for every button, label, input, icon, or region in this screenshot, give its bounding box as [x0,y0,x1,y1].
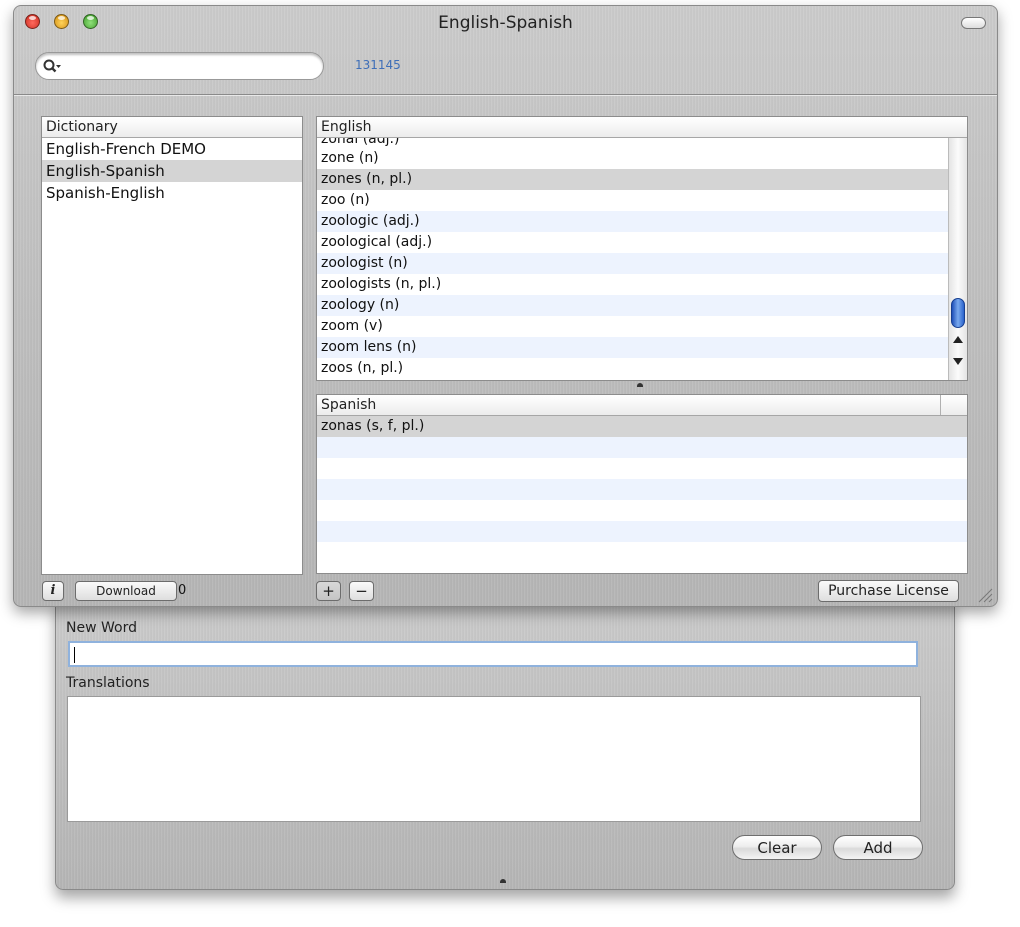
dictionary-column-header[interactable]: Dictionary [42,117,302,138]
resize-grip-icon[interactable] [975,585,993,603]
english-rows: zonal (adj.) zone (n) zones (n, pl.) zoo… [317,138,948,380]
scroll-up-arrow-icon[interactable] [953,336,963,343]
empty-row [317,479,967,500]
toolbar-toggle-button[interactable] [961,17,986,29]
empty-row [317,437,967,458]
entry-count: 131145 [355,58,401,72]
list-item[interactable]: zoom lens (n) [317,337,948,358]
empty-row [317,542,967,563]
list-item[interactable]: zoo (n) [317,190,948,211]
empty-row [317,521,967,542]
english-scrollbar[interactable] [948,138,967,380]
translations-field[interactable] [67,696,921,822]
new-word-label: New Word [66,620,137,636]
list-item[interactable]: zonal (adj.) [317,138,948,148]
split-view-handle[interactable] [637,383,643,387]
search-icon[interactable] [42,58,62,74]
english-column-header[interactable]: English [317,117,967,138]
main-window: English-Spanish 131145 Dictionary Englis… [13,5,998,607]
list-item[interactable]: zoos (n, pl.) [317,358,948,379]
add-word-button[interactable]: + [316,581,341,601]
list-item[interactable]: zone (n) [317,148,948,169]
new-word-field[interactable] [68,641,918,667]
list-item[interactable]: zoologists (n, pl.) [317,274,948,295]
dictionary-item-spanish-english[interactable]: Spanish-English [42,182,302,204]
spanish-column-header[interactable]: Spanish [317,395,967,416]
download-button[interactable]: Download [75,581,177,601]
column-divider [940,395,941,415]
info-button[interactable]: i [42,581,64,601]
toolbar-separator [14,94,997,95]
english-word-list: English zonal (adj.) zone (n) zones (n, … [316,116,968,381]
list-item[interactable]: zoologist (n) [317,253,948,274]
download-progress-indicator: 0 [178,583,187,598]
window-title: English-Spanish [438,13,573,33]
add-word-drawer: New Word Translations Clear Add [55,598,955,890]
text-caret [74,647,75,663]
list-item[interactable]: zoom (v) [317,316,948,337]
list-item[interactable]: zones (n, pl.) [317,169,948,190]
clear-button[interactable]: Clear [732,835,822,860]
list-item[interactable]: zoological (adj.) [317,232,948,253]
translations-label: Translations [66,675,150,691]
scrollbar-thumb[interactable] [951,298,965,328]
dictionary-item-english-french[interactable]: English-French DEMO [42,138,302,160]
empty-row [317,500,967,521]
scroll-down-arrow-icon[interactable] [953,358,963,365]
search-field[interactable] [35,52,324,80]
remove-word-button[interactable]: − [349,581,374,601]
list-item[interactable]: zoologic (adj.) [317,211,948,232]
add-button[interactable]: Add [833,835,923,860]
list-item[interactable]: zoology (n) [317,295,948,316]
dictionary-list: Dictionary English-French DEMO English-S… [41,116,303,575]
spanish-column-title: Spanish [321,397,377,413]
drawer-resize-handle[interactable] [500,879,506,883]
purchase-license-button[interactable]: Purchase License [818,580,959,602]
dictionary-item-english-spanish[interactable]: English-Spanish [42,160,302,182]
empty-row [317,458,967,479]
list-item[interactable]: zonas (s, f, pl.) [317,416,967,437]
spanish-translation-list: Spanish zonas (s, f, pl.) [316,394,968,574]
